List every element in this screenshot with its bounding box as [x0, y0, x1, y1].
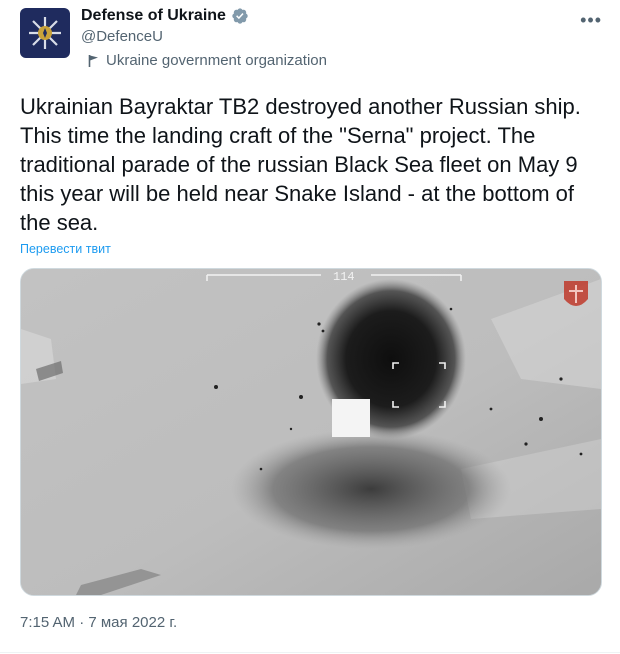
divider [0, 652, 620, 653]
more-options-icon[interactable]: ••• [580, 10, 602, 31]
affiliation-text: Ukraine government organization [106, 52, 327, 69]
ukraine-defense-emblem-icon [29, 17, 61, 49]
avatar[interactable] [20, 8, 70, 58]
flag-icon [88, 54, 98, 67]
author-name-row: Defense of Ukraine [81, 7, 249, 25]
video-frame: 114 [21, 269, 601, 595]
tweet-text: Ukrainian Bayraktar TB2 destroyed anothe… [20, 94, 581, 235]
affiliation-label: Ukraine government organization [88, 52, 327, 69]
tweet-media[interactable]: 114 [20, 268, 602, 596]
author-handle[interactable]: @DefenceU [81, 28, 163, 45]
tweet-timestamp[interactable]: 7:15 AM · 7 мая 2022 г. [20, 614, 177, 631]
author-name[interactable]: Defense of Ukraine [81, 7, 226, 25]
hud-readout: 114 [333, 270, 355, 284]
translate-link[interactable]: Перевести твит [20, 242, 111, 256]
verified-badge-icon[interactable] [231, 7, 249, 25]
